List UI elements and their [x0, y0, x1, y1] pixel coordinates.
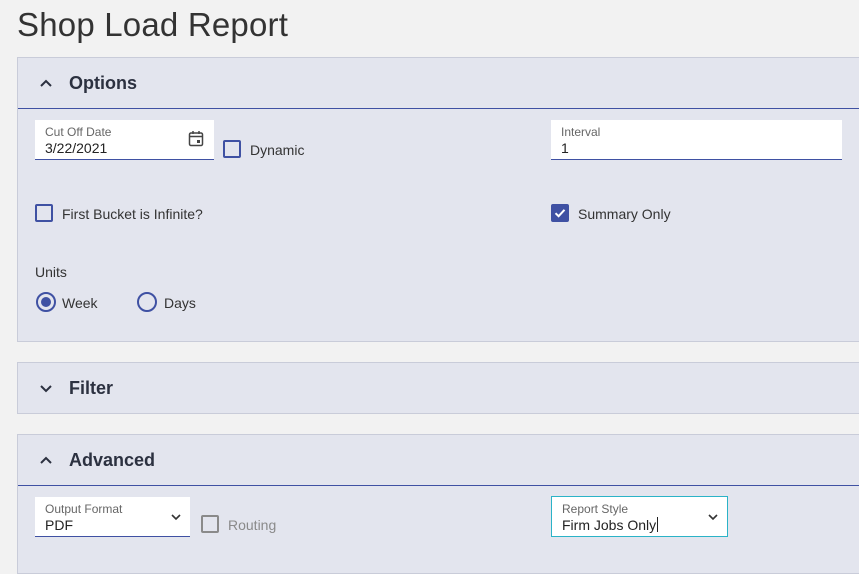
- chevron-up-icon: [40, 456, 52, 464]
- options-panel: Options Cut Off Date 3/22/2021 Dynamic I…: [17, 57, 859, 342]
- summary-only-checkbox[interactable]: [551, 204, 569, 222]
- dynamic-checkbox[interactable]: [223, 140, 241, 158]
- advanced-panel-title: Advanced: [69, 449, 156, 470]
- filter-panel-header[interactable]: Filter: [18, 363, 859, 413]
- units-week-radio[interactable]: [36, 292, 56, 312]
- filter-panel: Filter: [17, 362, 859, 414]
- interval-label: Interval: [561, 125, 601, 139]
- first-bucket-infinite-checkbox[interactable]: [35, 204, 53, 222]
- dropdown-arrow-icon: [708, 514, 718, 521]
- units-week-label[interactable]: Week: [62, 295, 98, 311]
- units-days-label[interactable]: Days: [164, 295, 196, 311]
- units-label: Units: [35, 264, 67, 280]
- checkmark-icon: [554, 209, 566, 218]
- radio-selected-dot: [41, 297, 51, 307]
- units-days-radio[interactable]: [137, 292, 157, 312]
- report-style-value-text: Firm Jobs Only: [562, 517, 657, 533]
- advanced-panel-header[interactable]: Advanced: [18, 435, 859, 486]
- summary-only-label[interactable]: Summary Only: [578, 206, 671, 222]
- interval-value: 1: [561, 140, 569, 156]
- advanced-panel: Advanced Output Format PDF Routing Repor…: [17, 434, 859, 574]
- dropdown-arrow-icon: [171, 514, 181, 521]
- routing-label: Routing: [228, 517, 277, 533]
- options-panel-title: Options: [69, 72, 137, 93]
- chevron-down-icon: [40, 385, 52, 393]
- report-style-select[interactable]: Report Style Firm Jobs Only: [551, 496, 728, 537]
- interval-field[interactable]: Interval 1: [551, 120, 842, 160]
- chevron-up-icon: [40, 79, 52, 87]
- calendar-icon[interactable]: [188, 130, 204, 147]
- report-style-label: Report Style: [562, 502, 629, 516]
- cut-off-date-field[interactable]: Cut Off Date 3/22/2021: [35, 120, 214, 160]
- text-cursor: [657, 517, 659, 532]
- cut-off-date-value: 3/22/2021: [45, 140, 108, 156]
- first-bucket-infinite-label[interactable]: First Bucket is Infinite?: [62, 206, 203, 222]
- output-format-value: PDF: [45, 517, 73, 533]
- output-format-select[interactable]: Output Format PDF: [35, 497, 190, 537]
- cut-off-date-label: Cut Off Date: [45, 125, 112, 139]
- page-title: Shop Load Report: [17, 6, 289, 43]
- output-format-label: Output Format: [45, 502, 123, 516]
- report-style-value: Firm Jobs Only: [562, 517, 659, 533]
- filter-panel-title: Filter: [69, 377, 114, 398]
- options-panel-header[interactable]: Options: [18, 58, 859, 109]
- dynamic-label[interactable]: Dynamic: [250, 142, 304, 158]
- routing-checkbox[interactable]: [201, 515, 219, 533]
